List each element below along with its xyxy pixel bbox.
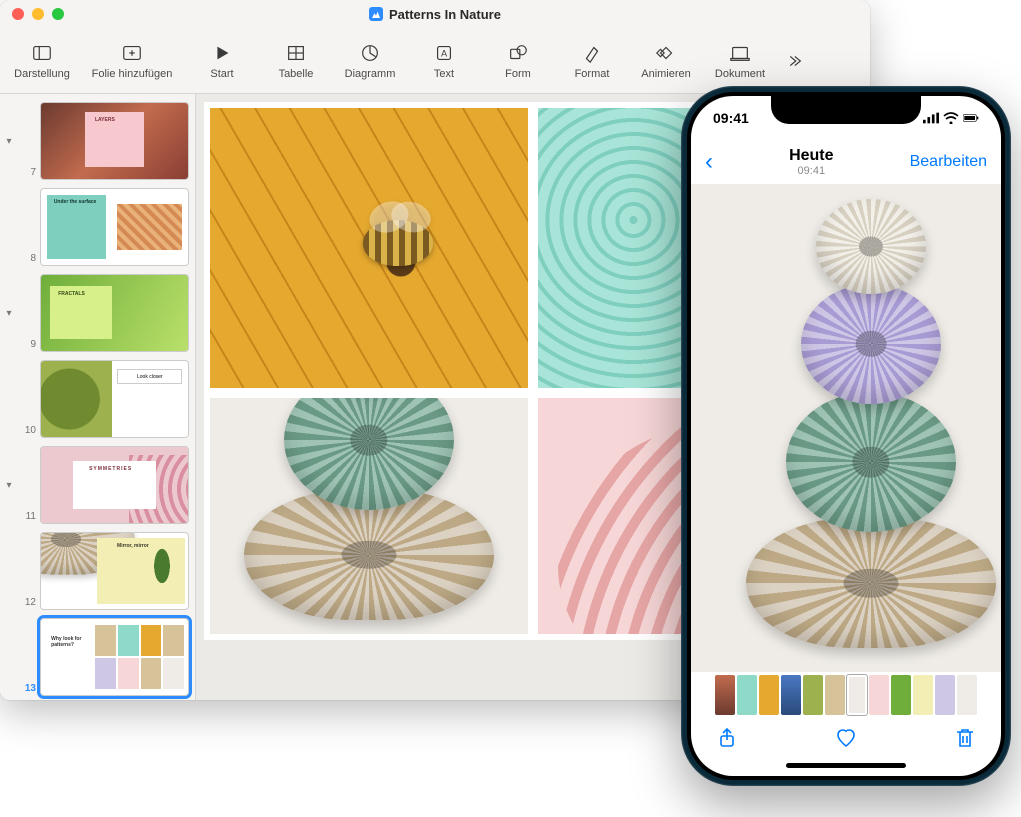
animate-button[interactable]: Animieren: [630, 28, 702, 93]
keynote-document-icon: [369, 7, 383, 21]
chart-button[interactable]: Diagramm: [334, 28, 406, 93]
slide-thumb-8[interactable]: 8 Under the surface: [0, 184, 195, 270]
share-button[interactable]: [715, 726, 739, 755]
document-button[interactable]: Dokument: [704, 28, 776, 93]
window-titlebar: Patterns In Nature: [0, 0, 870, 28]
slide-thumb-11[interactable]: ▾ 11 SYMMETRIES: [0, 442, 195, 528]
nav-title: Heute: [789, 147, 833, 165]
slide-thumb-10[interactable]: 10 Look closer: [0, 356, 195, 442]
toolbar: Darstellung Folie hinzufügen Start Tabel…: [0, 28, 870, 94]
urchin-shell-icon: [801, 284, 941, 404]
animate-label: Animieren: [641, 68, 691, 80]
slide-number: 11: [20, 511, 36, 524]
battery-icon: [963, 112, 979, 124]
svg-text:A: A: [441, 48, 448, 58]
edit-button[interactable]: Bearbeiten: [910, 153, 987, 171]
slide-number: 8: [20, 253, 36, 266]
filmstrip-thumb[interactable]: [957, 675, 977, 715]
iphone-screen: 09:41 ‹ Heute 09:41 Bearbeiten: [691, 96, 1001, 776]
table-button[interactable]: Tabelle: [260, 28, 332, 93]
slide-thumb-13[interactable]: 13 Why look for patterns?: [0, 614, 195, 700]
photo-filmstrip[interactable]: [691, 672, 1001, 718]
back-button[interactable]: ‹: [705, 148, 713, 176]
filmstrip-thumb[interactable]: [891, 675, 911, 715]
disclosure-icon[interactable]: ▾: [2, 308, 16, 319]
urchin-shell-icon: [816, 199, 926, 294]
iphone-device: 09:41 ‹ Heute 09:41 Bearbeiten: [681, 86, 1011, 786]
slide-thumb-7[interactable]: ▾ 7 LAYERS: [0, 98, 195, 184]
device-notch: [771, 96, 921, 124]
filmstrip-thumb[interactable]: [803, 675, 823, 715]
text-label: Text: [434, 68, 454, 80]
slide-image-urchin-stack[interactable]: [210, 398, 528, 634]
chart-label: Diagramm: [345, 68, 396, 80]
filmstrip-thumb[interactable]: [913, 675, 933, 715]
format-button[interactable]: Format: [556, 28, 628, 93]
slide-number: 13: [20, 683, 36, 696]
favorite-button[interactable]: [834, 726, 858, 755]
slide-thumb-12[interactable]: 12 Mirror, mirror: [0, 528, 195, 614]
delete-button[interactable]: [953, 726, 977, 755]
slide-number: 9: [20, 339, 36, 352]
filmstrip-thumb[interactable]: [759, 675, 779, 715]
wifi-icon: [943, 112, 959, 124]
urchin-shell-icon: [786, 392, 956, 532]
add-slide-button[interactable]: Folie hinzufügen: [80, 28, 184, 93]
play-button[interactable]: Start: [186, 28, 258, 93]
status-time: 09:41: [713, 110, 749, 126]
filmstrip-thumb[interactable]: [715, 675, 735, 715]
filmstrip-thumb[interactable]: [935, 675, 955, 715]
view-button[interactable]: Darstellung: [6, 28, 78, 93]
home-indicator[interactable]: [786, 763, 906, 768]
filmstrip-thumb[interactable]: [781, 675, 801, 715]
slide-number: 10: [20, 425, 36, 438]
filmstrip-thumb[interactable]: [869, 675, 889, 715]
format-label: Format: [575, 68, 610, 80]
photo-viewer[interactable]: [691, 184, 1001, 672]
play-label: Start: [210, 68, 233, 80]
slide-thumb-9[interactable]: ▾ 9 FRACTALS: [0, 270, 195, 356]
filmstrip-thumb[interactable]: [825, 675, 845, 715]
urchin-shell-icon: [746, 518, 996, 648]
table-label: Tabelle: [279, 68, 314, 80]
document-label: Dokument: [715, 68, 765, 80]
nav-title-group: Heute 09:41: [789, 147, 833, 177]
photos-nav-bar: ‹ Heute 09:41 Bearbeiten: [691, 140, 1001, 184]
slide-number: 12: [20, 597, 36, 610]
filmstrip-thumb[interactable]: [737, 675, 757, 715]
shape-label: Form: [505, 68, 531, 80]
view-label: Darstellung: [14, 68, 70, 80]
bee-icon: [363, 220, 433, 266]
slide-navigator[interactable]: ▾ 7 LAYERS 8 Under the surface ▾ 9 FRACT…: [0, 94, 196, 700]
cellular-icon: [923, 112, 939, 124]
slide-image-honeycomb[interactable]: [210, 108, 528, 388]
window-title: Patterns In Nature: [0, 7, 870, 22]
disclosure-icon[interactable]: ▾: [2, 136, 16, 147]
nav-subtitle: 09:41: [789, 165, 833, 177]
urchin-shell-icon: [284, 398, 454, 510]
shape-button[interactable]: Form: [482, 28, 554, 93]
toolbar-overflow-button[interactable]: [778, 28, 808, 93]
disclosure-icon[interactable]: ▾: [2, 480, 16, 491]
add-slide-label: Folie hinzufügen: [92, 68, 173, 80]
slide-number: 7: [20, 167, 36, 180]
filmstrip-thumb-selected[interactable]: [847, 675, 867, 715]
document-name: Patterns In Nature: [389, 7, 501, 22]
text-button[interactable]: A Text: [408, 28, 480, 93]
